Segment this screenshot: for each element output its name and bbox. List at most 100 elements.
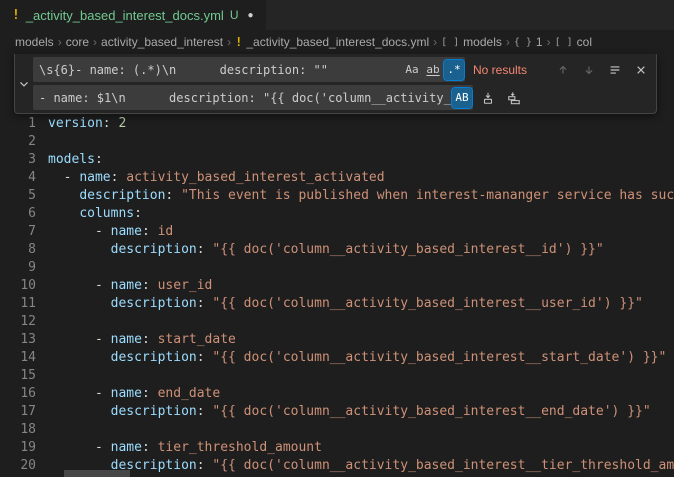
replace-icon <box>481 91 495 105</box>
code-line-19[interactable]: - name: tier_threshold_amount <box>48 439 674 457</box>
previous-match-button[interactable] <box>552 59 574 81</box>
replace-all-icon <box>507 91 521 105</box>
breadcrumb-item-1[interactable]: { } 1 <box>514 35 543 49</box>
find-widget: \s{6}- name: (.*)\n description: "" Aa a… <box>14 54 657 114</box>
breadcrumb-item-models[interactable]: [ ] models <box>441 35 502 49</box>
code-line-14[interactable]: description: "{{ doc('column__activity_b… <box>48 349 674 367</box>
close-icon <box>634 63 648 77</box>
line-number: 13 <box>0 331 36 349</box>
breadcrumb-separator: › <box>227 35 231 49</box>
code-line-6[interactable]: columns: <box>48 205 674 223</box>
breadcrumb-label: activity_based_interest <box>101 35 223 49</box>
code-line-12[interactable] <box>48 313 674 331</box>
line-number: 10 <box>0 277 36 295</box>
find-input-value: \s{6}- name: (.*)\n description: "" <box>39 63 402 77</box>
line-number: 12 <box>0 313 36 331</box>
breadcrumb-label: 1 <box>536 35 543 49</box>
symbol-object-icon: { } <box>514 37 532 48</box>
code-line-16[interactable]: - name: end_date <box>48 385 674 403</box>
close-find-widget-button[interactable] <box>630 59 652 81</box>
code-line-15[interactable] <box>48 367 674 385</box>
match-case-toggle[interactable]: Aa <box>402 60 422 80</box>
horizontal-scrollbar-thumb[interactable] <box>64 470 130 477</box>
replace-button[interactable] <box>477 87 499 109</box>
line-number: 6 <box>0 205 36 223</box>
code-line-11[interactable]: description: "{{ doc('column__activity_b… <box>48 295 674 313</box>
yaml-file-icon: ! <box>235 35 242 49</box>
breadcrumb-item-models[interactable]: models <box>15 35 54 49</box>
find-in-selection-button[interactable] <box>604 59 626 81</box>
breadcrumb-label: models <box>15 35 54 49</box>
line-number: 16 <box>0 385 36 403</box>
selection-icon <box>608 63 622 77</box>
code-lines[interactable]: version: 2 models: - name: activity_based… <box>48 115 674 475</box>
replace-row: - name: $1\n description: "{{ doc('colum… <box>33 85 652 110</box>
toggle-replace-button[interactable] <box>15 57 33 110</box>
code-line-13[interactable]: - name: start_date <box>48 331 674 349</box>
replace-input-value: - name: $1\n description: "{{ doc('colum… <box>39 91 452 105</box>
modified-indicator-dot[interactable]: ● <box>248 10 254 21</box>
breadcrumb-separator: › <box>506 35 510 49</box>
tab-filename: _activity_based_interest_docs.yml <box>26 8 224 23</box>
symbol-array-icon: [ ] <box>441 37 459 48</box>
line-number: 11 <box>0 295 36 313</box>
arrow-down-icon <box>582 63 596 77</box>
breadcrumb-label: models <box>463 35 502 49</box>
replace-input[interactable]: - name: $1\n description: "{{ doc('colum… <box>33 85 473 110</box>
breadcrumb-item-col[interactable]: [ ] col <box>555 35 592 49</box>
code-line-9[interactable] <box>48 259 674 277</box>
next-match-button[interactable] <box>578 59 600 81</box>
code-line-18[interactable] <box>48 421 674 439</box>
code-line-17[interactable]: description: "{{ doc('column__activity_b… <box>48 403 674 421</box>
line-number: 1 <box>0 115 36 133</box>
line-number: 2 <box>0 133 36 151</box>
tab-bar: ! _activity_based_interest_docs.yml U ● <box>0 0 674 30</box>
line-number: 7 <box>0 223 36 241</box>
line-number: 8 <box>0 241 36 259</box>
breadcrumb-separator: › <box>93 35 97 49</box>
breadcrumb-separator: › <box>58 35 62 49</box>
code-line-7[interactable]: - name: id <box>48 223 674 241</box>
breadcrumb-label: core <box>66 35 89 49</box>
line-number: 19 <box>0 439 36 457</box>
breadcrumb-label: _activity_based_interest_docs.yml <box>246 35 429 49</box>
breadcrumb-item-core[interactable]: core <box>66 35 89 49</box>
code-line-2[interactable] <box>48 133 674 151</box>
regex-toggle[interactable]: .* <box>444 60 464 80</box>
breadcrumb-item-_activity_based_interest_docs.yml[interactable]: ! _activity_based_interest_docs.yml <box>235 35 429 49</box>
code-line-3[interactable]: models: <box>48 151 674 169</box>
whole-word-toggle[interactable]: ab <box>423 60 443 80</box>
code-line-10[interactable]: - name: user_id <box>48 277 674 295</box>
line-number: 4 <box>0 169 36 187</box>
line-number: 20 <box>0 457 36 475</box>
editor[interactable]: 1234567891011121314151617181920 version:… <box>0 54 674 477</box>
symbol-array-icon: [ ] <box>555 37 573 48</box>
code-line-1[interactable]: version: 2 <box>48 115 674 133</box>
breadcrumb-separator: › <box>433 35 437 49</box>
code-line-5[interactable]: description: "This event is published wh… <box>48 187 674 205</box>
replace-all-button[interactable] <box>503 87 525 109</box>
git-untracked-badge: U <box>230 8 239 22</box>
line-number: 14 <box>0 349 36 367</box>
chevron-down-icon <box>17 77 31 91</box>
line-number: 5 <box>0 187 36 205</box>
code-line-20[interactable]: description: "{{ doc('column__activity_b… <box>48 457 674 475</box>
find-results-label: No results <box>469 63 541 77</box>
line-number: 17 <box>0 403 36 421</box>
line-number: 15 <box>0 367 36 385</box>
find-row: \s{6}- name: (.*)\n description: "" Aa a… <box>33 57 652 82</box>
breadcrumb-item-activity_based_interest[interactable]: activity_based_interest <box>101 35 223 49</box>
yaml-file-icon: ! <box>12 8 20 23</box>
code-line-8[interactable]: description: "{{ doc('column__activity_b… <box>48 241 674 259</box>
arrow-up-icon <box>556 63 570 77</box>
gutter: 1234567891011121314151617181920 <box>0 115 46 475</box>
breadcrumb-separator: › <box>547 35 551 49</box>
line-number: 18 <box>0 421 36 439</box>
line-number: 3 <box>0 151 36 169</box>
preserve-case-toggle[interactable]: AB <box>452 88 472 108</box>
find-input[interactable]: \s{6}- name: (.*)\n description: "" Aa a… <box>33 57 465 82</box>
breadcrumb: models › core › activity_based_interest ›! _ac… <box>0 30 674 54</box>
tab-activity-based-interest-docs[interactable]: ! _activity_based_interest_docs.yml U ● <box>0 0 266 30</box>
code-line-4[interactable]: - name: activity_based_interest_activate… <box>48 169 674 187</box>
breadcrumb-label: col <box>577 35 592 49</box>
